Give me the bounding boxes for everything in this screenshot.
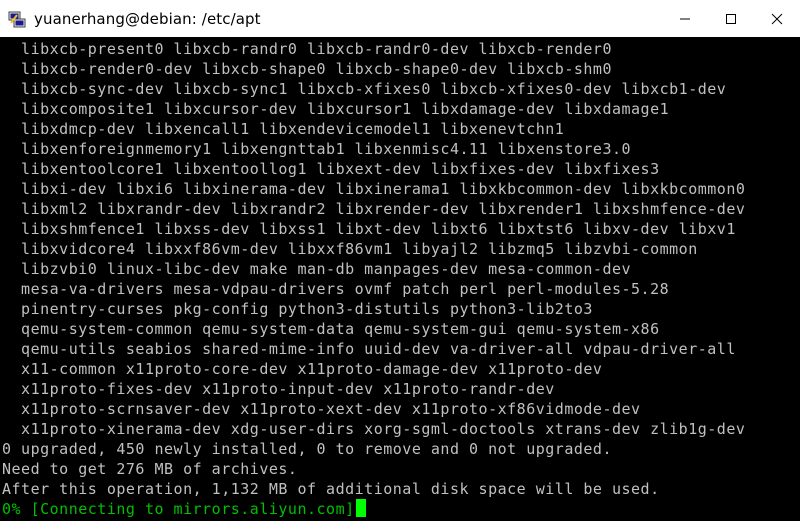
terminal-line: mesa-va-drivers mesa-vdpau-drivers ovmf …	[2, 280, 670, 298]
terminal-line: qemu-system-common qemu-system-data qemu…	[2, 320, 660, 338]
terminal-line: libxvidcore4 libxxf86vm-dev libxxf86vm1 …	[2, 240, 698, 258]
terminal-line: libxdmcp-dev libxencall1 libxendevicemod…	[2, 120, 565, 138]
title-bar[interactable]: yuanerhang@debian: /etc/apt	[0, 0, 800, 37]
close-icon	[771, 13, 783, 24]
terminal-line: x11proto-fixes-dev x11proto-input-dev x1…	[2, 380, 555, 398]
window-controls	[662, 0, 800, 37]
terminal-line: x11-common x11proto-core-dev x11proto-da…	[2, 360, 603, 378]
terminal-line: libxcomposite1 libxcursor-dev libxcursor…	[2, 100, 670, 118]
minimize-icon	[680, 18, 690, 19]
window-title: yuanerhang@debian: /etc/apt	[34, 9, 261, 28]
terminal-line: 0 upgraded, 450 newly installed, 0 to re…	[2, 440, 612, 458]
terminal-line: x11proto-xinerama-dev xdg-user-dirs xorg…	[2, 420, 746, 438]
minimize-button[interactable]	[662, 0, 708, 37]
terminal-line: libxi-dev libxi6 libxinerama-dev libxine…	[2, 180, 746, 198]
maximize-icon	[726, 13, 736, 24]
terminal-line: libxshmfence1 libxss-dev libxss1 libxt-d…	[2, 220, 736, 238]
terminal-window: yuanerhang@debian: /etc/apt libxcb-prese…	[0, 0, 800, 521]
close-button[interactable]	[754, 0, 800, 37]
terminal-line: x11proto-scrnsaver-dev x11proto-xext-dev…	[2, 400, 641, 418]
terminal-line: libxcb-sync-dev libxcb-sync1 libxcb-xfix…	[2, 80, 727, 98]
status-line: 0% [Connecting to mirrors.aliyun.com]	[2, 499, 366, 519]
terminal-output[interactable]: libxcb-present0 libxcb-randr0 libxcb-ran…	[0, 37, 800, 521]
maximize-button[interactable]	[708, 0, 754, 37]
terminal-line: After this operation, 1,132 MB of additi…	[2, 480, 660, 498]
status-text: 0% [Connecting to mirrors.aliyun.com]	[2, 500, 355, 518]
terminal-line: pinentry-curses pkg-config python3-distu…	[2, 300, 593, 318]
text-cursor	[355, 499, 366, 517]
terminal-line: libxenforeignmemory1 libxengnttab1 libxe…	[2, 140, 632, 158]
terminal-line: qemu-utils seabios shared-mime-info uuid…	[2, 340, 736, 358]
terminal-line: libxentoolcore1 libxentoollog1 libxext-d…	[2, 160, 660, 178]
terminal-line: Need to get 276 MB of archives.	[2, 460, 298, 478]
putty-icon[interactable]	[8, 10, 26, 28]
terminal-line: libxml2 libxrandr-dev libxrandr2 libxren…	[2, 200, 746, 218]
terminal-line: libzvbi0 linux-libc-dev make man-db manp…	[2, 260, 632, 278]
terminal-line: libxcb-present0 libxcb-randr0 libxcb-ran…	[2, 40, 612, 58]
terminal-line: libxcb-render0-dev libxcb-shape0 libxcb-…	[2, 60, 612, 78]
